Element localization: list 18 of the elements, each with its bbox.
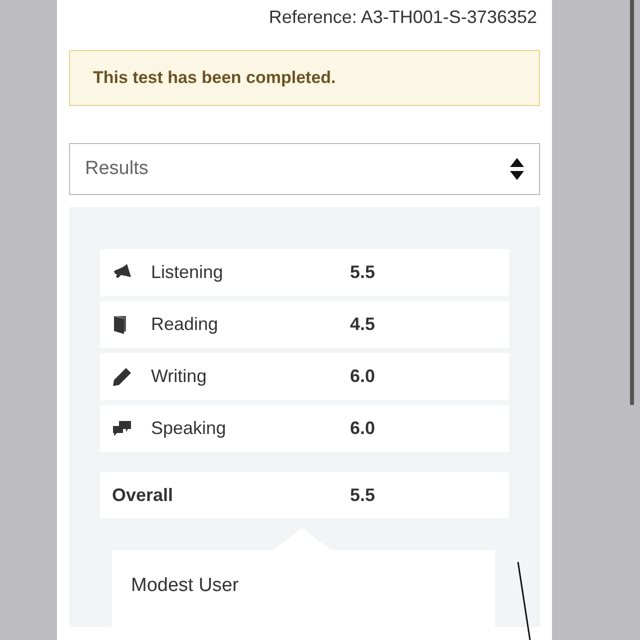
skill-name: Writing — [151, 365, 208, 388]
skill-score: 6.0 — [350, 417, 376, 440]
results-select[interactable]: Results — [69, 143, 540, 195]
skill-name: Reading — [151, 313, 220, 336]
overall-score: 5.5 — [350, 484, 376, 506]
reference-text: Reference: A3-TH001-S-3736352 — [268, 6, 537, 29]
sort-arrows-icon — [510, 158, 524, 180]
overall-label: Overall — [112, 484, 174, 506]
skill-score: 4.5 — [350, 313, 376, 336]
band-title: Modest User — [131, 575, 239, 596]
skill-score: 5.5 — [350, 261, 376, 284]
skill-name: Listening — [151, 261, 224, 284]
alert-text: This test has been completed. — [93, 67, 336, 90]
book-icon — [112, 314, 128, 334]
skill-score: 6.0 — [350, 365, 376, 388]
speech-bubbles-icon — [112, 420, 132, 438]
skill-name: Speaking — [151, 417, 228, 440]
pencil-icon — [112, 366, 132, 386]
